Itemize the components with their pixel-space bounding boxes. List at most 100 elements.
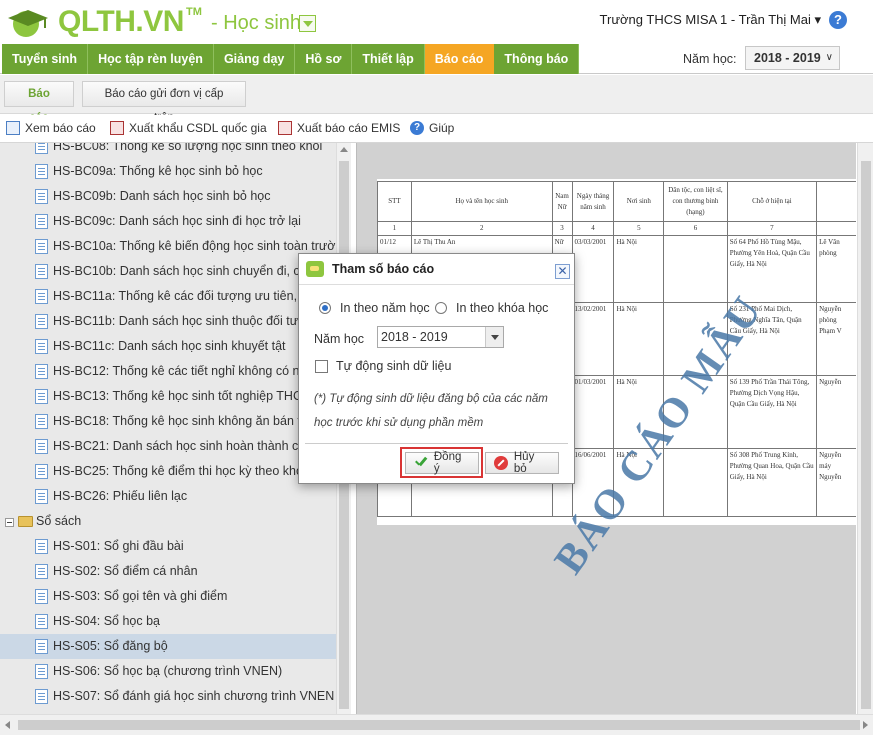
tree-item[interactable]: HS-BC13: Thống kê học sinh tốt nghiệp TH… xyxy=(0,384,336,409)
preview-scrollbar[interactable] xyxy=(857,143,873,714)
module-dropdown-button[interactable] xyxy=(299,15,316,32)
tree-item-label: HS-S03: Sổ gọi tên và ghi điểm xyxy=(53,589,228,603)
tree-item[interactable]: HS-BC21: Danh sách học sinh hoàn thành c… xyxy=(0,434,336,459)
report-file-icon xyxy=(35,314,48,329)
header-cell: Dân tộc, con liệt sĩ, con thương binh (h… xyxy=(663,181,728,222)
tree-item[interactable]: HS-S07: Sổ đánh giá học sinh chương trìn… xyxy=(0,684,336,709)
export-emis-label: Xuất báo cáo EMIS xyxy=(297,121,401,135)
tree-item-label: HS-BC25: Thống kê điểm thi học kỳ theo k… xyxy=(53,464,336,478)
table-cell xyxy=(663,448,728,517)
tab-thiet-lap[interactable]: Thiết lập xyxy=(352,44,425,74)
scroll-up-icon[interactable] xyxy=(340,147,348,152)
dialog-divider xyxy=(305,443,568,444)
tree-item-label: HS-BC18: Thống kê học sinh không ăn bán … xyxy=(53,414,312,428)
tree-item[interactable]: HS-BC08: Thống kê số lượng học sinh theo… xyxy=(0,143,336,159)
tree-item[interactable]: HS-S04: Sổ học bạ xyxy=(0,609,336,634)
tab-thong-bao[interactable]: Thông báo xyxy=(494,44,580,74)
tree-item[interactable]: HS-S02: Sổ điểm cá nhân xyxy=(0,559,336,584)
user-menu[interactable]: Trường THCS MISA 1 - Trần Thị Mai ▾ xyxy=(600,12,821,28)
tree-item[interactable]: HS-S01: Sổ ghi đầu bài xyxy=(0,534,336,559)
report-file-icon xyxy=(35,664,48,679)
tree-item[interactable]: HS-BC11a: Thống kê các đối tượng ưu tiên… xyxy=(0,284,336,309)
header-cell: Họ và tên học sinh xyxy=(410,181,553,222)
ok-button[interactable]: Đồng ý xyxy=(405,451,479,475)
check-icon xyxy=(414,456,428,470)
radio-by-school-year-label[interactable]: In theo năm học xyxy=(340,301,430,315)
report-file-icon xyxy=(35,564,48,579)
report-file-icon xyxy=(35,439,48,454)
export-emis-icon xyxy=(278,121,292,135)
tree-item-label: HS-BC11b: Danh sách học sinh thuộc đối t… xyxy=(53,314,336,328)
tab-bao-cao[interactable]: Báo cáo xyxy=(424,44,495,74)
tree-item[interactable]: HS-BC26: Phiếu liên lạc xyxy=(0,484,336,509)
dialog-year-select[interactable]: 2018 - 2019 xyxy=(377,326,504,348)
chevron-down-icon[interactable] xyxy=(485,327,503,347)
report-to-superior-button[interactable]: Báo cáo gửi đơn vị cấp trên xyxy=(82,81,246,124)
folder-icon xyxy=(18,516,33,527)
horizontal-scrollbar[interactable] xyxy=(0,714,873,735)
dialog-title: Tham số báo cáo xyxy=(332,262,435,276)
scroll-right-icon[interactable] xyxy=(863,721,868,729)
tab-tuyen-sinh[interactable]: Tuyển sinh xyxy=(2,44,89,74)
tree-item[interactable]: HS-BC18: Thống kê học sinh không ăn bán … xyxy=(0,409,336,434)
view-report-button[interactable]: Xem báo cáo xyxy=(6,121,96,135)
number-cell: 5 xyxy=(613,221,665,236)
header-cell: Nơi sinh xyxy=(613,181,665,222)
tree-item-label: HS-S01: Sổ ghi đầu bài xyxy=(53,539,184,553)
report-params-icon xyxy=(306,261,324,277)
tree-item[interactable]: HS-BC10a: Thống kê biến động học sinh to… xyxy=(0,234,336,259)
tree-item[interactable]: HS-S06: Sổ học bạ (chương trình VNEN) xyxy=(0,659,336,684)
tree-item[interactable]: HS-BC10b: Danh sách học sinh chuyển đi, … xyxy=(0,259,336,284)
report-button[interactable]: Báo cáo xyxy=(4,81,74,124)
table-cell: Lê Văn phòng xyxy=(816,235,856,303)
table-cell: Nguyễn máy Nguyễn xyxy=(816,448,856,517)
number-cell: 6 xyxy=(663,221,728,236)
scroll-thumb[interactable] xyxy=(861,161,871,709)
tab-giang-day[interactable]: Giảng dạy xyxy=(214,44,296,74)
table-cell: Hà Nội xyxy=(613,235,665,303)
report-file-icon xyxy=(35,189,48,204)
tree-folder-so-sach[interactable]: Sổ sách xyxy=(0,509,336,534)
tree-item[interactable]: HS-BC11c: Danh sách học sinh khuyết tật xyxy=(0,334,336,359)
cancel-button[interactable]: Hủy bỏ xyxy=(485,451,559,475)
tree-item[interactable]: HS-BC09c: Danh sách học sinh đi học trở … xyxy=(0,209,336,234)
tree-item[interactable]: HS-BC25: Thống kê điểm thi học kỳ theo k… xyxy=(0,459,336,484)
report-file-icon xyxy=(35,639,48,654)
export-national-db-label: Xuất khẩu CSDL quốc gia xyxy=(129,121,267,135)
table-header-row: STT Họ và tên học sinh Nam Nữ Ngày tháng… xyxy=(377,181,856,222)
tree-item[interactable]: HS-BC09a: Thống kê học sinh bỏ học xyxy=(0,159,336,184)
tab-ho-so[interactable]: Hồ sơ xyxy=(295,44,353,74)
header-cell: Ngày tháng năm sinh xyxy=(571,181,615,222)
help-button[interactable]: ? Giúp xyxy=(410,121,454,135)
tree-item[interactable]: HS-BC12: Thống kê các tiết nghỉ không có… xyxy=(0,359,336,384)
logo-text[interactable]: QLTH.VN xyxy=(58,4,184,40)
scroll-thumb[interactable] xyxy=(18,720,860,730)
auto-generate-label[interactable]: Tự động sinh dữ liệu xyxy=(336,359,451,373)
header-cell: Nam Nữ xyxy=(551,181,573,222)
school-year-select[interactable]: 2018 - 2019 ∨ xyxy=(745,46,840,70)
close-button[interactable]: ✕ xyxy=(555,264,570,279)
export-national-db-button[interactable]: Xuất khẩu CSDL quốc gia xyxy=(110,121,267,135)
radio-by-school-year[interactable] xyxy=(319,302,331,314)
help-icon[interactable]: ? xyxy=(829,11,847,29)
tree-item-label: HS-BC10b: Danh sách học sinh chuyển đi, … xyxy=(53,264,336,278)
tree-item[interactable]: HS-BC09b: Danh sách học sinh bỏ học xyxy=(0,184,336,209)
radio-by-course[interactable] xyxy=(435,302,447,314)
radio-by-course-label[interactable]: In theo khóa học xyxy=(456,301,548,315)
tree-item[interactable]: HS-S03: Sổ gọi tên và ghi điểm xyxy=(0,584,336,609)
report-file-icon xyxy=(35,214,48,229)
auto-generate-checkbox[interactable] xyxy=(315,360,328,373)
tree-item-selected[interactable]: HS-S05: Sổ đăng bộ xyxy=(0,634,336,659)
number-cell: 7 xyxy=(726,221,818,236)
tab-hoc-tap-ren-luyen[interactable]: Học tập rèn luyện xyxy=(88,44,214,74)
report-file-icon xyxy=(35,614,48,629)
tree-item-label: HS-S06: Sổ học bạ (chương trình VNEN) xyxy=(53,664,283,678)
tree-item-label: HS-BC11a: Thống kê các đối tượng ưu tiên… xyxy=(53,289,336,303)
tree-folder-label: Sổ sách xyxy=(36,514,82,528)
table-cell: Nguyễn xyxy=(816,375,856,449)
export-emis-button[interactable]: Xuất báo cáo EMIS xyxy=(278,121,400,135)
tree-item[interactable]: HS-BC11b: Danh sách học sinh thuộc đối t… xyxy=(0,309,336,334)
report-file-icon xyxy=(35,389,48,404)
collapse-icon[interactable] xyxy=(5,518,14,527)
scroll-left-icon[interactable] xyxy=(5,721,10,729)
